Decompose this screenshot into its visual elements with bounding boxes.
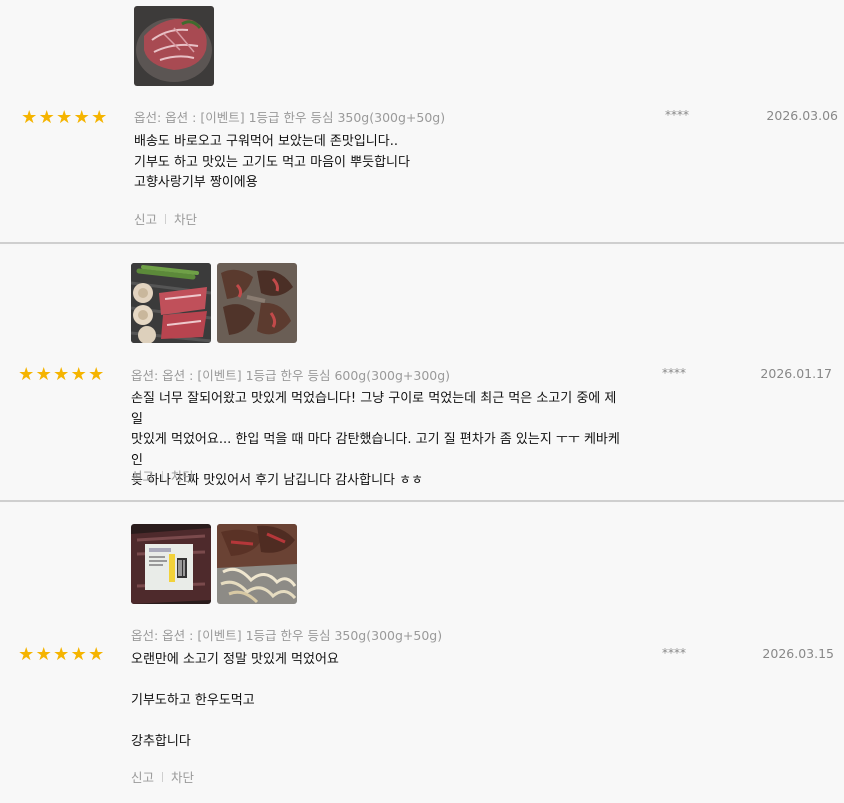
review-option: 옵선: 옵션 : [이벤트] 1등급 한우 등심 350g(300g+50g) [134,110,446,125]
review-date: 2026.03.15 [762,646,834,661]
review-actions: 신고 차단 [131,466,194,485]
review-photos [131,524,297,604]
star-icon: ★ [53,364,70,385]
review-actions: 신고 차단 [131,767,194,786]
reviewer-id: **** [662,366,686,380]
review-item: ★ ★ ★ ★ ★ 옵선: 옵션 : [이벤트] 1등급 한우 등심 350g(… [0,503,844,803]
star-icon: ★ [88,364,105,385]
star-icon: ★ [53,644,70,665]
review-body: 손질 너무 잘되어왔고 맛있게 먹었습니다! 그냥 구이로 먹었는데 최근 먹은… [131,389,621,492]
review-line: 기부도 하고 맛있는 고기도 먹고 마음이 뿌듯합니다 [134,154,410,170]
review-line [131,671,621,692]
star-icon: ★ [70,644,87,665]
star-icon: ★ [18,364,35,385]
star-icon: ★ [88,644,105,665]
review-line [131,712,621,733]
reviewer-id: **** [662,646,686,660]
review-line: 강추합니다 [131,734,191,749]
block-link[interactable]: 차단 [171,466,194,485]
star-icon: ★ [56,107,73,128]
package-photo[interactable] [131,524,211,604]
reviewer-id: **** [665,108,689,122]
cooked-steak-photo[interactable] [217,263,297,343]
review-photos [134,6,214,86]
action-divider [162,470,164,481]
review-line: 기부도하고 한우도먹고 [131,693,255,708]
block-link[interactable]: 차단 [171,767,194,786]
review-line: 듯 하나 진짜 맛있어서 후기 남깁니다 감사합니다 ㅎㅎ [131,473,424,488]
block-link[interactable]: 차단 [174,209,197,228]
rating-stars: ★ ★ ★ ★ ★ [18,646,105,664]
grill-photo[interactable] [131,263,211,343]
star-icon: ★ [35,644,52,665]
action-divider [165,213,167,224]
star-icon: ★ [73,107,90,128]
action-divider [162,771,164,782]
rating-stars: ★ ★ ★ ★ ★ [18,366,105,384]
review-line: 오랜만에 소고기 정말 맛있게 먹었어요 [131,652,339,667]
report-link[interactable]: 신고 [131,767,154,786]
rating-stars: ★ ★ ★ ★ ★ [21,109,108,127]
review-photos [131,263,297,343]
review-line: 고향사랑기부 짱이에용 [134,175,258,190]
review-actions: 신고 차단 [134,209,197,228]
review-item: ★ ★ ★ ★ ★ 옵션: 옵션 : [이벤트] 1등급 한우 등심 600g(… [0,246,844,502]
steak-photo[interactable] [134,6,214,86]
star-icon: ★ [38,107,55,128]
star-icon: ★ [91,107,108,128]
star-icon: ★ [35,364,52,385]
review-date: 2026.03.06 [766,108,838,123]
review-body: 오랜만에 소고기 정말 맛있게 먹었어요 기부도하고 한우도먹고 강추합니다 [131,650,621,753]
star-icon: ★ [70,364,87,385]
review-line: 손질 너무 잘되어왔고 맛있게 먹었습니다! 그냥 구이로 먹었는데 최근 먹은… [131,391,617,427]
report-link[interactable]: 신고 [131,466,154,485]
review-item: ★ ★ ★ ★ ★ 옵선: 옵션 : [이벤트] 1등급 한우 등심 350g(… [0,0,844,244]
steak-onion-photo[interactable] [217,524,297,604]
review-date: 2026.01.17 [760,366,832,381]
star-icon: ★ [18,644,35,665]
review-line: 배송도 바로오고 구워먹어 보았는데 존맛입니다.. [134,134,398,149]
review-body: 배송도 바로오고 구워먹어 보았는데 존맛입니다.. 기부도 하고 맛있는 고기… [134,132,624,194]
review-option: 옵선: 옵션 : [이벤트] 1등급 한우 등심 350g(300g+50g) [131,628,443,643]
review-line: 맛있게 먹었어요... 한입 먹을 때 마다 감탄했습니다. 고기 질 편차가 … [131,432,620,468]
review-option: 옵션: 옵션 : [이벤트] 1등급 한우 등심 600g(300g+300g) [131,368,451,383]
report-link[interactable]: 신고 [134,209,157,228]
star-icon: ★ [21,107,38,128]
